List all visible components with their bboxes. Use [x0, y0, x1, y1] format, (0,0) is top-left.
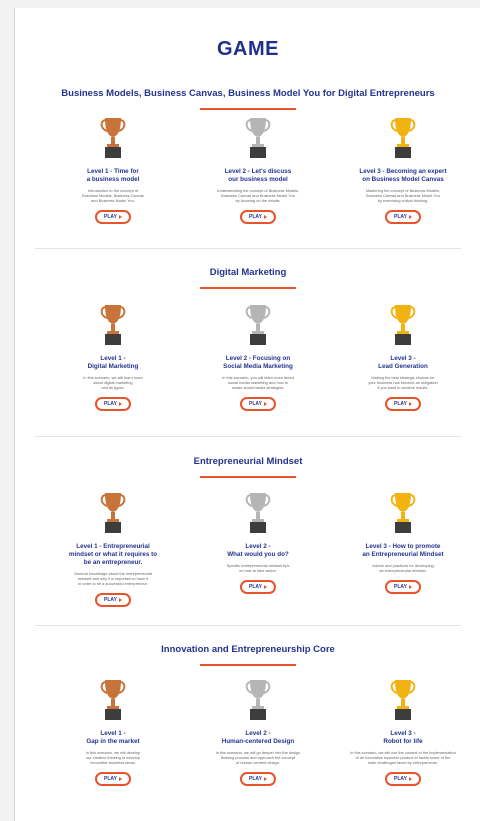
- play-button[interactable]: PLAY: [240, 210, 276, 224]
- play-icon: [263, 214, 267, 219]
- play-icon: [118, 214, 122, 219]
- level-title: Level 2 - Human-centered Design: [221, 730, 295, 745]
- silver-trophy-icon: [245, 305, 271, 345]
- gold-trophy-icon: [390, 493, 416, 533]
- section-heading: Innovation and Entrepreneurship Core: [161, 644, 335, 655]
- section-business-models: Business Models, Business Canvas, Busine…: [15, 88, 480, 110]
- level-description: In this scenario, we will develop our cr…: [85, 750, 141, 765]
- level-card: Level 1 - Gap in the market In this scen…: [53, 678, 173, 786]
- level-title: Level 1 - Gap in the market: [86, 730, 140, 745]
- gold-trophy-icon: [390, 680, 416, 720]
- level-title: Level 2 - What would you do?: [227, 543, 289, 558]
- level-title: Level 2 - Let's discuss our business mod…: [224, 168, 292, 183]
- play-button[interactable]: PLAY: [95, 210, 131, 224]
- play-icon: [118, 776, 122, 781]
- play-button[interactable]: PLAY: [385, 580, 421, 594]
- level-title: Level 3 - Robot for life: [383, 730, 423, 745]
- game-page: GAME Business Models, Business Canvas, B…: [14, 8, 480, 821]
- level-title: Level 3 - How to promote an Entrepreneur…: [362, 543, 444, 558]
- play-button[interactable]: PLAY: [240, 772, 276, 786]
- level-card: Level 3 - How to promote an Entrepreneur…: [343, 491, 463, 594]
- play-button[interactable]: PLAY: [385, 772, 421, 786]
- level-card: Level 3 - Robot for life In this scenari…: [335, 678, 471, 786]
- level-title: Level 2 - Focusing on Social Media Marke…: [223, 355, 293, 370]
- section-underline: [200, 287, 296, 289]
- play-button[interactable]: PLAY: [240, 397, 276, 411]
- play-icon: [118, 401, 122, 406]
- section-innovation-core: Innovation and Entrepreneurship Core: [15, 644, 480, 666]
- gold-trophy-icon: [390, 305, 416, 345]
- level-title: Level 3 - Lead Generation: [378, 355, 428, 370]
- section-heading: Entrepreneurial Mindset: [193, 456, 303, 467]
- play-button[interactable]: PLAY: [240, 580, 276, 594]
- bronze-trophy-icon: [100, 493, 126, 533]
- silver-trophy-icon: [245, 680, 271, 720]
- play-button[interactable]: PLAY: [95, 772, 131, 786]
- level-title: Level 3 - Becoming an expert on Business…: [359, 168, 447, 183]
- level-description: Understanding the concept of Business Mo…: [216, 188, 300, 203]
- level-title: Level 1 - Time for a business model: [86, 168, 140, 183]
- level-card: Level 3 - Becoming an expert on Business…: [343, 116, 463, 224]
- play-button[interactable]: PLAY: [385, 210, 421, 224]
- bronze-trophy-icon: [100, 305, 126, 345]
- level-description: Advice and practices for developing an e…: [372, 563, 434, 573]
- bronze-trophy-icon: [100, 680, 126, 720]
- play-icon: [408, 401, 412, 406]
- section-divider: [35, 248, 461, 249]
- level-card: Level 1 - Digital Marketing In this scen…: [53, 303, 173, 411]
- section-heading: Business Models, Business Canvas, Busine…: [61, 88, 435, 99]
- level-description: In this scenario, we will go deeper into…: [215, 750, 301, 765]
- section-underline: [200, 108, 296, 110]
- level-description: General knowledge about the entrepreneur…: [73, 571, 153, 586]
- level-card: Level 3 - Lead Generation Making the bes…: [343, 303, 463, 411]
- section-entrepreneurial-mindset: Entrepreneurial Mindset: [15, 456, 480, 478]
- level-description: In this scenario, you will learn more ab…: [222, 375, 294, 390]
- level-card: Level 2 - Let's discuss our business mod…: [198, 116, 318, 224]
- section-divider: [35, 436, 461, 437]
- level-description: Specific entrepreneurial mindset tips on…: [226, 563, 290, 573]
- level-title: Level 1 - Digital Marketing: [87, 355, 139, 370]
- play-icon: [263, 401, 267, 406]
- bronze-trophy-icon: [100, 118, 126, 158]
- level-card: Level 2 - What would you do? Specific en…: [198, 491, 318, 594]
- level-card: Level 2 - Focusing on Social Media Marke…: [198, 303, 318, 411]
- level-description: In this scenario, we will use the contex…: [350, 750, 456, 765]
- section-divider: [35, 625, 461, 626]
- play-icon: [263, 584, 267, 589]
- silver-trophy-icon: [245, 493, 271, 533]
- play-icon: [408, 214, 412, 219]
- level-title: Level 1 - Entrepreneurial mindset or wha…: [68, 543, 158, 566]
- play-icon: [408, 584, 412, 589]
- play-icon: [408, 776, 412, 781]
- level-card: Level 2 - Human-centered Design In this …: [198, 678, 318, 786]
- play-button[interactable]: PLAY: [95, 397, 131, 411]
- play-icon: [118, 597, 122, 602]
- play-icon: [263, 776, 267, 781]
- level-card: Level 1 - Entrepreneurial mindset or wha…: [53, 491, 173, 607]
- level-description: Introduction to the concept of Business …: [82, 188, 144, 203]
- play-button[interactable]: PLAY: [95, 593, 131, 607]
- section-digital-marketing: Digital Marketing: [15, 267, 480, 289]
- page-title: GAME: [217, 38, 279, 60]
- gold-trophy-icon: [390, 118, 416, 158]
- section-underline: [200, 664, 296, 666]
- section-heading: Digital Marketing: [209, 267, 287, 278]
- level-card: Level 1 - Time for a business model Intr…: [53, 116, 173, 224]
- level-description: Making the best strategic choices for yo…: [368, 375, 438, 390]
- section-underline: [200, 476, 296, 478]
- level-description: In this scenario, we will learn more abo…: [83, 375, 143, 390]
- silver-trophy-icon: [245, 118, 271, 158]
- play-button[interactable]: PLAY: [385, 397, 421, 411]
- level-description: Mastering the concept of Business Models…: [365, 188, 441, 203]
